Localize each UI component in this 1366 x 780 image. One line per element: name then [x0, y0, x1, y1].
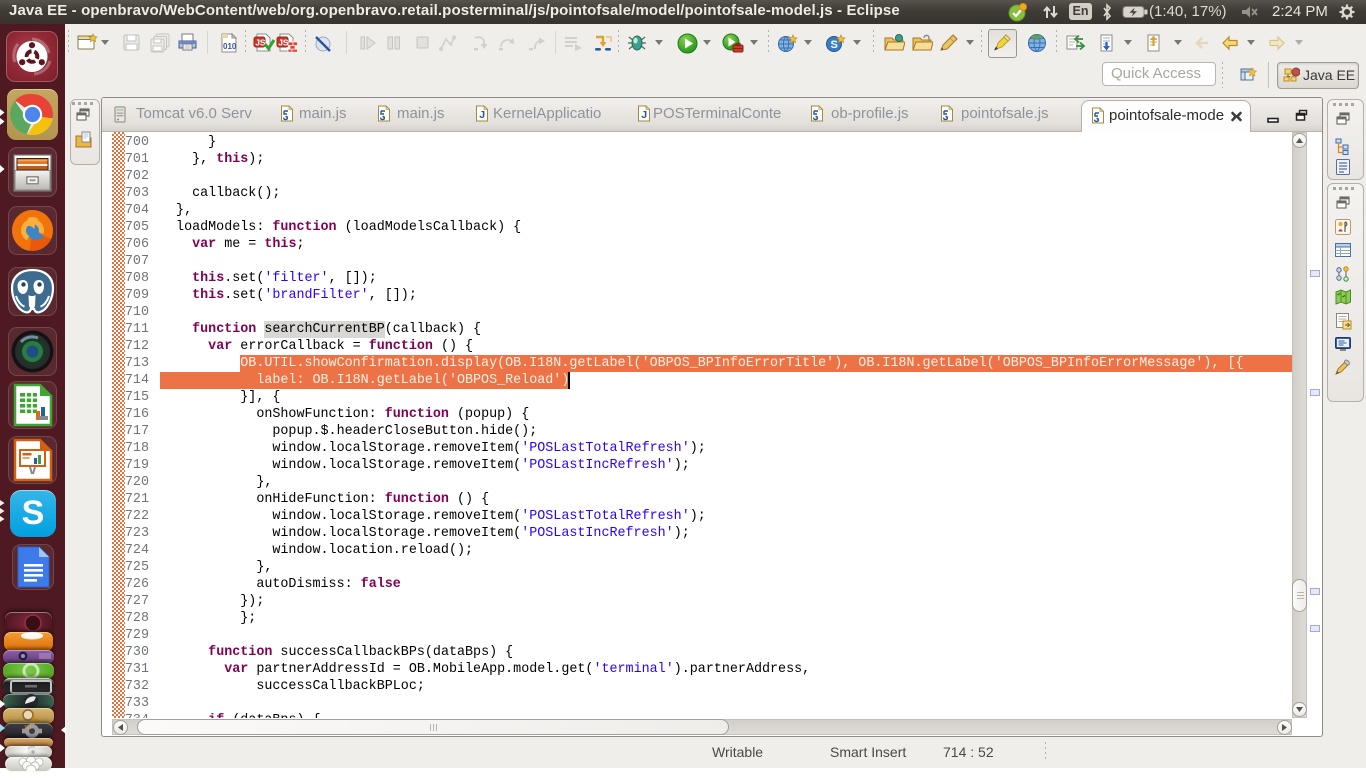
- svg-text:JS: JS: [278, 38, 289, 48]
- svg-text:J: J: [479, 109, 485, 121]
- svg-text:010: 010: [223, 42, 237, 51]
- svg-text:S: S: [831, 39, 838, 51]
- svg-text:J: J: [641, 109, 647, 121]
- svg-text:JS: JS: [255, 38, 266, 48]
